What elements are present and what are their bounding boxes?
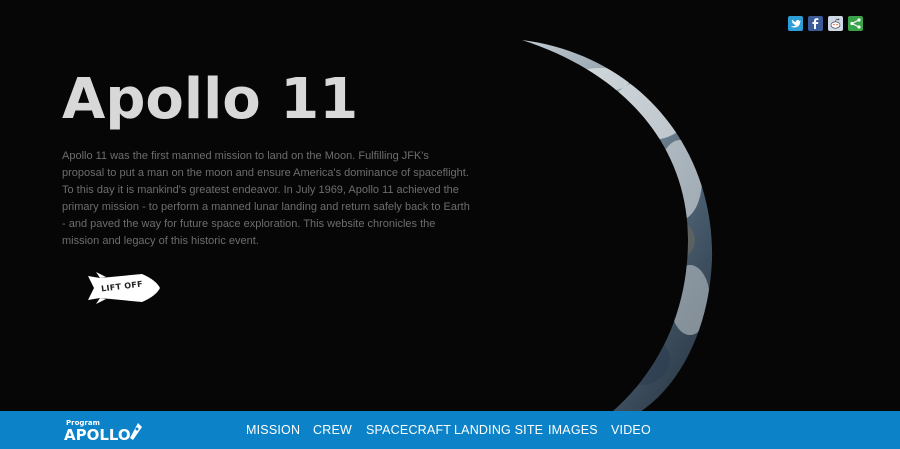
nav-item-spacecraft[interactable]: SPACECRAFT [366, 423, 451, 437]
nav-item-landing-site[interactable]: LANDING SITE [454, 423, 543, 437]
nav-item-crew[interactable]: CREW [313, 423, 352, 437]
lift-off-button[interactable]: LIFT OFF [82, 268, 162, 308]
nav-item-mission[interactable]: MISSION [246, 423, 300, 437]
page-title: Apollo 11 [62, 67, 359, 132]
share-icon[interactable] [848, 16, 863, 31]
nav-item-video[interactable]: VIDEO [611, 423, 651, 437]
intro-paragraph: Apollo 11 was the first manned mission t… [62, 150, 470, 247]
reddit-icon[interactable] [828, 16, 843, 31]
facebook-icon[interactable] [808, 16, 823, 31]
nav-item-images[interactable]: IMAGES [548, 423, 598, 437]
logo-big-text: APOLLO [64, 426, 131, 444]
program-apollo-logo[interactable]: Program APOLLO [62, 418, 152, 446]
twitter-icon[interactable] [788, 16, 803, 31]
logo-rocket-icon [130, 423, 142, 440]
hero-section: Apollo 11 Apollo 11 was the first manned… [0, 0, 900, 412]
